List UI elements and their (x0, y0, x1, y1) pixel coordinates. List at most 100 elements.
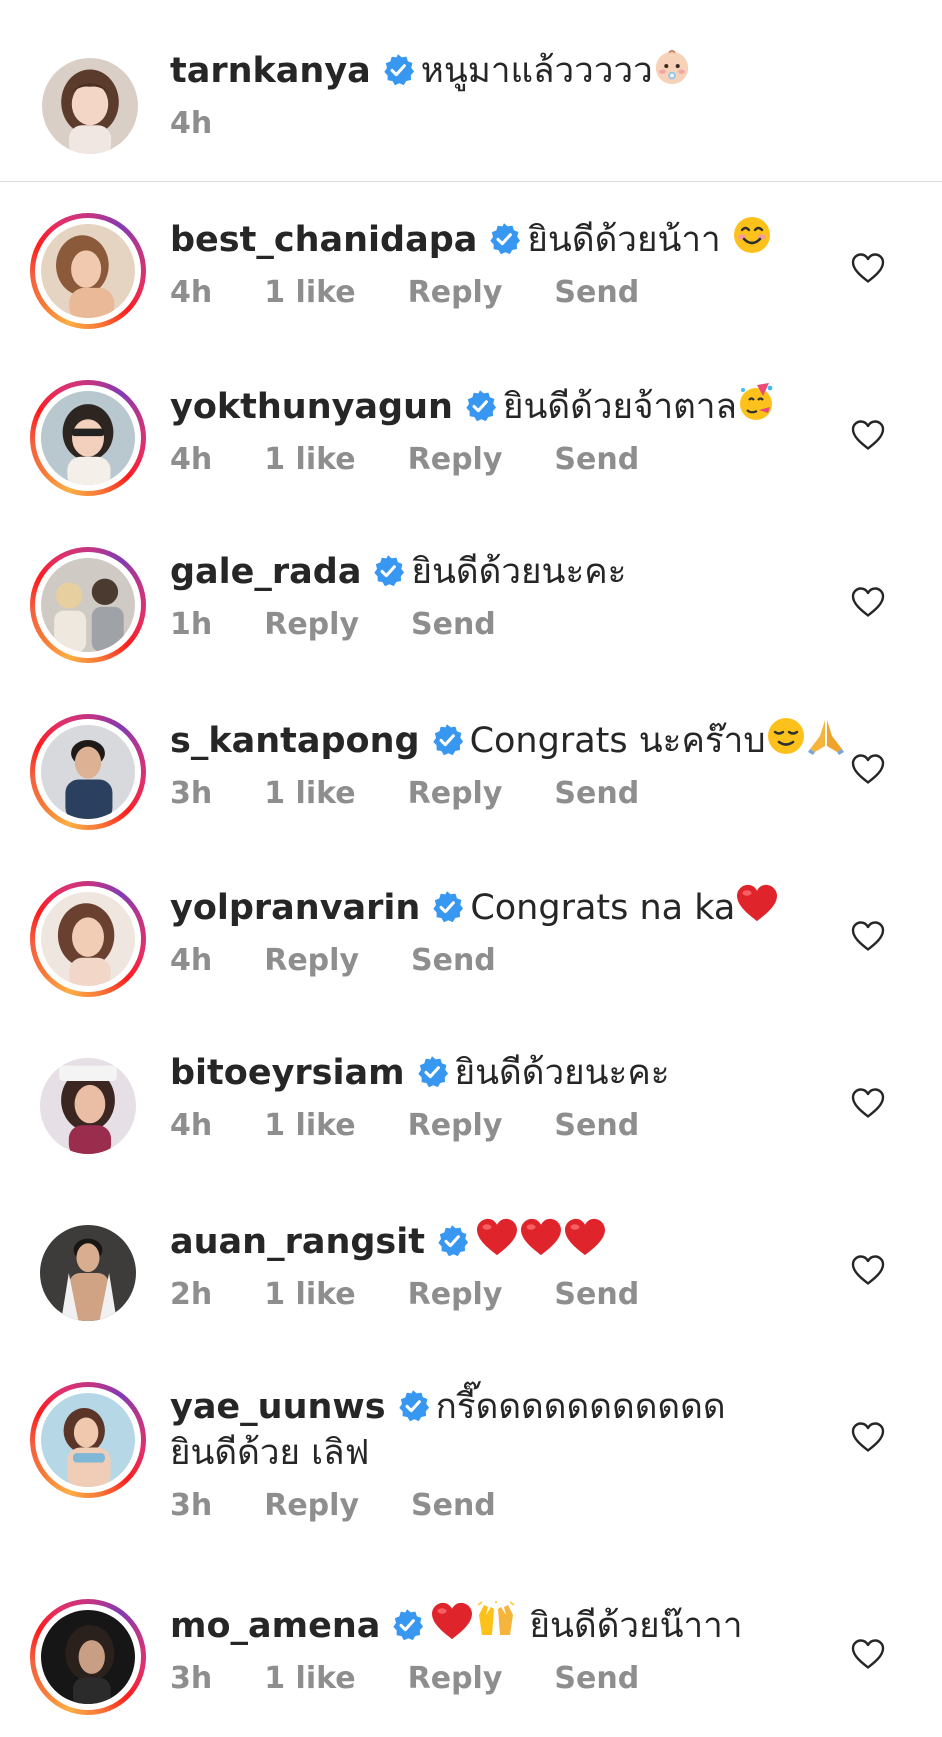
comment-item: yokthunyagun ยินดีด้วยจ้าตาล 4h 1 like Repl… (0, 348, 942, 515)
avatar[interactable] (30, 213, 146, 329)
avatar-photo (41, 892, 135, 986)
timestamp: 2h (170, 1277, 213, 1312)
username[interactable]: bitoeyrsiam (170, 1053, 405, 1093)
reply-button[interactable]: Reply (408, 442, 503, 477)
comment-item: mo_amena ยินดีด้วยน๊าาา 3h 1 like Reply Sen… (0, 1565, 942, 1737)
comment-text: ยินดีด้วยนะคะ (411, 552, 627, 592)
username[interactable]: mo_amena (170, 1606, 380, 1646)
avatar-photo (42, 58, 138, 154)
send-button[interactable]: Send (554, 1661, 639, 1696)
send-button[interactable]: Send (554, 1108, 639, 1143)
avatar-photo (41, 725, 135, 819)
comment-text: ยินดีด้วยน๊าาา (529, 1606, 743, 1646)
avatar-photo (41, 1393, 135, 1487)
avatar-photo (40, 1058, 136, 1154)
username[interactable]: yokthunyagun (170, 387, 453, 427)
like-heart-icon[interactable] (850, 1086, 886, 1120)
red-heart-icon (475, 1217, 519, 1257)
raised-hands-icon (474, 1601, 518, 1641)
like-heart-icon[interactable] (850, 1253, 886, 1287)
send-button[interactable]: Send (411, 607, 496, 642)
verified-badge-icon (390, 1608, 424, 1642)
avatar[interactable] (30, 1599, 146, 1715)
like-heart-icon[interactable] (850, 752, 886, 786)
username[interactable]: auan_rangsit (170, 1222, 425, 1262)
like-heart-icon[interactable] (850, 1637, 886, 1671)
timestamp: 4h (170, 1108, 213, 1143)
like-heart-icon[interactable] (850, 251, 886, 285)
send-button[interactable]: Send (554, 442, 639, 477)
reply-button[interactable]: Reply (264, 943, 359, 978)
avatar[interactable] (30, 1382, 146, 1498)
send-button[interactable]: Send (554, 776, 639, 811)
red-heart-icon (430, 1601, 474, 1641)
reply-button[interactable]: Reply (408, 1108, 503, 1143)
send-button[interactable]: Send (411, 943, 496, 978)
like-count[interactable]: 1 like (264, 1277, 355, 1312)
reply-button[interactable]: Reply (408, 776, 503, 811)
like-count[interactable]: 1 like (264, 1661, 355, 1696)
comment-text: ยินดีด้วยนะคะ (454, 1053, 670, 1093)
comment-item: yae_uunws กรี๊ดดดดดดดดดดด ยินดีด้วย เลิฟ … (0, 1350, 942, 1555)
comment-item: bitoeyrsiam ยินดีด้วยนะคะ 4h 1 like Reply Se… (0, 1016, 942, 1183)
timestamp: 4h (170, 943, 213, 978)
avatar-photo (41, 391, 135, 485)
reply-button[interactable]: Reply (264, 1488, 359, 1523)
red-heart-icon (563, 1217, 607, 1257)
verified-badge-icon (435, 1224, 469, 1258)
avatar-photo (41, 224, 135, 318)
timestamp: 1h (170, 607, 213, 642)
avatar[interactable] (30, 380, 146, 496)
post-caption: tarnkanya หนูมาแล้ววววว 4h (0, 0, 942, 182)
username[interactable]: tarnkanya (170, 51, 371, 91)
timestamp: 4h (170, 442, 213, 477)
username[interactable]: yolpranvarin (170, 888, 420, 928)
avatar[interactable] (30, 1048, 146, 1164)
baby-face-icon (653, 48, 691, 86)
comment-item: yolpranvarin Congrats na ka 4h Reply Send (0, 849, 942, 1016)
avatar[interactable] (30, 714, 146, 830)
send-button[interactable]: Send (554, 1277, 639, 1312)
username[interactable]: yae_uunws (170, 1387, 386, 1427)
comment-text: Congrats นะคร๊าบ (469, 721, 766, 761)
reply-button[interactable]: Reply (408, 275, 503, 310)
comment-text: Congrats na ka (470, 888, 736, 928)
avatar[interactable] (32, 48, 148, 164)
reply-button[interactable]: Reply (408, 1661, 503, 1696)
verified-badge-icon (487, 222, 521, 256)
reply-button[interactable]: Reply (264, 607, 359, 642)
avatar[interactable] (30, 881, 146, 997)
avatar[interactable] (30, 1215, 146, 1331)
send-button[interactable]: Send (554, 275, 639, 310)
username[interactable]: gale_rada (170, 552, 361, 592)
verified-badge-icon (396, 1389, 430, 1423)
like-heart-icon[interactable] (850, 919, 886, 953)
partying-face-icon (737, 382, 777, 422)
avatar-photo (41, 1610, 135, 1704)
comment-item: s_kantapong Congrats นะคร๊าบ 3h 1 like Repl… (0, 682, 942, 849)
caption-text: หนูมาแล้ววววว (420, 51, 653, 91)
reply-button[interactable]: Reply (408, 1277, 503, 1312)
username[interactable]: best_chanidapa (170, 220, 477, 260)
like-heart-icon[interactable] (850, 1420, 886, 1454)
comment-item: best_chanidapa ยินดีด้วยน้าา 4h 1 like Repl… (0, 181, 942, 348)
timestamp: 3h (170, 1661, 213, 1696)
red-heart-icon (735, 883, 779, 923)
like-count[interactable]: 1 like (264, 776, 355, 811)
folded-hands-icon (806, 716, 846, 756)
timestamp: 4h (170, 106, 213, 141)
avatar-photo (40, 1225, 136, 1321)
timestamp: 3h (170, 1488, 213, 1523)
like-heart-icon[interactable] (850, 585, 886, 619)
username[interactable]: s_kantapong (170, 721, 420, 761)
relieved-face-icon (766, 716, 806, 756)
comment-item: auan_rangsit 2h 1 like Reply Send (0, 1183, 942, 1350)
like-count[interactable]: 1 like (264, 275, 355, 310)
like-heart-icon[interactable] (850, 418, 886, 452)
like-count[interactable]: 1 like (264, 1108, 355, 1143)
avatar[interactable] (30, 547, 146, 663)
comment-text: ยินดีด้วยจ้าตาล (502, 387, 737, 427)
like-count[interactable]: 1 like (264, 442, 355, 477)
send-button[interactable]: Send (411, 1488, 496, 1523)
verified-badge-icon (381, 53, 415, 87)
